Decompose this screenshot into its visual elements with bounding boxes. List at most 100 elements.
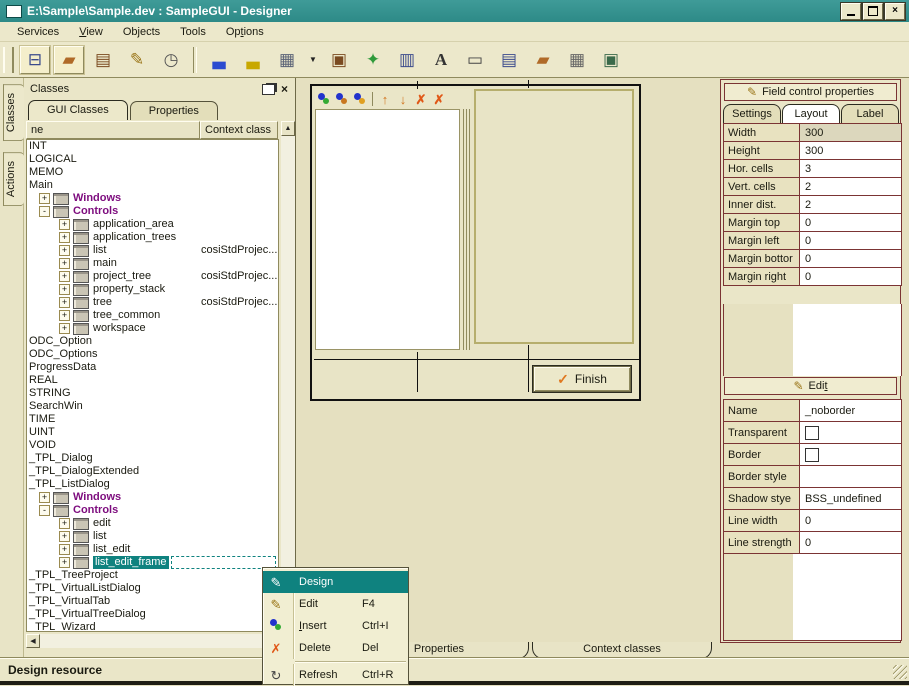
expand-box-icon[interactable]: + — [59, 245, 70, 256]
tree-row-tpl-dialogextended[interactable]: _TPL_DialogExtended — [27, 465, 278, 478]
button-control-icon[interactable]: ▭ — [460, 46, 490, 74]
minimize-button[interactable] — [841, 3, 861, 20]
tab-gui-classes[interactable]: GUI Classes — [28, 100, 128, 120]
tab-layout[interactable]: Layout — [782, 104, 840, 123]
expand-box-icon[interactable]: + — [59, 219, 70, 230]
property-value[interactable] — [800, 466, 901, 487]
tab-label[interactable]: Label — [841, 104, 899, 123]
tab-properties[interactable]: Properties — [130, 101, 218, 120]
property-label[interactable]: Width — [724, 124, 800, 141]
server-icon[interactable]: ▦ — [562, 46, 592, 74]
expand-box-icon[interactable]: + — [59, 323, 70, 334]
property-label[interactable]: Vert. cells — [724, 178, 800, 195]
resize-grip[interactable] — [893, 665, 907, 679]
property-label[interactable]: Name — [724, 400, 800, 421]
tree-row-project-tree[interactable]: +project_treecosiStdProjec... — [27, 270, 278, 283]
dialog-icon[interactable]: ▣ — [596, 46, 626, 74]
expand-box-icon[interactable]: + — [59, 284, 70, 295]
menu-options[interactable]: Options — [217, 24, 273, 40]
property-label[interactable]: Transparent — [724, 422, 800, 443]
tree-row-tree[interactable]: +treecosiStdProjec... — [27, 296, 278, 309]
canvas-splitter[interactable] — [463, 109, 471, 350]
property-label[interactable]: Margin top — [724, 214, 800, 231]
tree-row-windows[interactable]: +Windows — [27, 192, 278, 205]
menu-item-refresh[interactable]: ↻RefreshCtrl+R — [263, 664, 408, 686]
bottom-tab-context-classes[interactable]: Context classes — [532, 642, 712, 659]
property-value[interactable]: _noborder — [800, 400, 901, 421]
expand-box-icon[interactable]: + — [59, 531, 70, 542]
column-header-name[interactable]: ne — [26, 121, 200, 139]
property-value[interactable]: 0 — [800, 232, 901, 249]
tree-row-edit[interactable]: +edit — [27, 517, 278, 530]
tree-row-odc-option[interactable]: ODC_Option — [27, 335, 278, 348]
expand-box-icon[interactable]: + — [59, 258, 70, 269]
column-header-context-class[interactable]: Context class — [200, 121, 278, 139]
finish-button[interactable]: ✓ Finish — [533, 366, 631, 392]
tree-row-tpl-wizard[interactable]: _TPL_Wizard — [27, 621, 278, 632]
drive-yellow-icon[interactable]: ▃ — [238, 46, 268, 74]
menu-objects[interactable]: Objects — [114, 24, 169, 40]
class-tree-icon[interactable]: ⊟ — [20, 46, 50, 74]
dropdown-arrow-icon[interactable]: ▼ — [306, 46, 320, 74]
property-label[interactable]: Border style — [724, 466, 800, 487]
expand-box-icon[interactable]: + — [59, 297, 70, 308]
property-value[interactable]: 3 — [800, 160, 901, 177]
eraser-icon[interactable]: ▰ — [54, 46, 84, 74]
tree-row-property-stack[interactable]: +property_stack — [27, 283, 278, 296]
property-label[interactable]: Line width — [724, 510, 800, 531]
edit-note-icon[interactable]: ✎ — [122, 46, 152, 74]
property-label[interactable]: Margin left — [724, 232, 800, 249]
wizard-page-list[interactable] — [315, 109, 460, 350]
property-label[interactable]: Shadow stye — [724, 488, 800, 509]
menu-view[interactable]: View — [70, 24, 112, 40]
design-frame-icon[interactable]: ▣ — [324, 46, 354, 74]
panel-close-icon[interactable]: × — [281, 83, 288, 95]
menu-item-design[interactable]: ✎Design — [263, 571, 408, 593]
property-value[interactable]: 0 — [800, 532, 901, 553]
float-window-icon[interactable] — [262, 84, 275, 95]
tree-row-list-edit[interactable]: +list_edit — [27, 543, 278, 556]
delete-all-icon[interactable]: ✗ — [430, 91, 448, 107]
tree-row-int[interactable]: INT — [27, 140, 278, 153]
wizard-page-area[interactable] — [474, 89, 634, 344]
property-value[interactable]: 0 — [800, 250, 901, 267]
edit-section-header[interactable]: ✎ Edit — [724, 377, 897, 395]
tree-row-progressdata[interactable]: ProgressData — [27, 361, 278, 374]
connector-icon[interactable]: ✦ — [358, 46, 388, 74]
checkbox-transparent[interactable] — [805, 426, 819, 440]
tab-settings[interactable]: Settings — [723, 104, 781, 123]
font-icon[interactable]: A — [426, 46, 456, 74]
property-value[interactable] — [800, 422, 901, 443]
tree-row-list[interactable]: +list — [27, 530, 278, 543]
tree-row-controls[interactable]: -Controls — [27, 504, 278, 517]
table-icon[interactable]: ▥ — [392, 46, 422, 74]
expand-box-icon[interactable]: + — [59, 310, 70, 321]
tree-row-main[interactable]: +main — [27, 257, 278, 270]
expand-box-icon[interactable]: + — [39, 193, 50, 204]
tree-row-time[interactable]: TIME — [27, 413, 278, 426]
expand-box-icon[interactable]: + — [59, 518, 70, 529]
menu-item-insert[interactable]: InsertCtrl+I — [263, 615, 408, 637]
tree-row-tpl-treeproject[interactable]: _TPL_TreeProject — [27, 569, 278, 582]
tree-row-void[interactable]: VOID — [27, 439, 278, 452]
horizontal-scrollbar[interactable]: ◀ ▶ — [26, 634, 279, 648]
move-up-icon[interactable]: ↑ — [376, 91, 394, 107]
drive-blue-icon[interactable]: ▃ — [204, 46, 234, 74]
tree-row-logical[interactable]: LOGICAL — [27, 153, 278, 166]
vertical-scrollbar[interactable]: ▲ ▼ — [281, 121, 295, 632]
window-list-icon[interactable]: ▦ — [272, 46, 302, 74]
property-value[interactable]: BSS_undefined — [800, 488, 901, 509]
menu-item-edit[interactable]: ✎EditF4 — [263, 593, 408, 615]
property-value[interactable]: 300 — [800, 124, 901, 141]
tree-row-list-edit-frame[interactable]: +list_edit_frame — [27, 556, 278, 569]
property-value[interactable]: 2 — [800, 196, 901, 213]
clock-icon[interactable]: ◷ — [156, 46, 186, 74]
menu-tools[interactable]: Tools — [171, 24, 215, 40]
tree-row-searchwin[interactable]: SearchWin — [27, 400, 278, 413]
property-value[interactable]: 0 — [800, 510, 901, 531]
property-value[interactable]: 2 — [800, 178, 901, 195]
tree-row-tpl-virtualtreedialog[interactable]: _TPL_VirtualTreeDialog — [27, 608, 278, 621]
tree-row-controls[interactable]: -Controls — [27, 205, 278, 218]
property-label[interactable]: Inner dist. — [724, 196, 800, 213]
toolbar-grip[interactable] — [3, 47, 14, 73]
